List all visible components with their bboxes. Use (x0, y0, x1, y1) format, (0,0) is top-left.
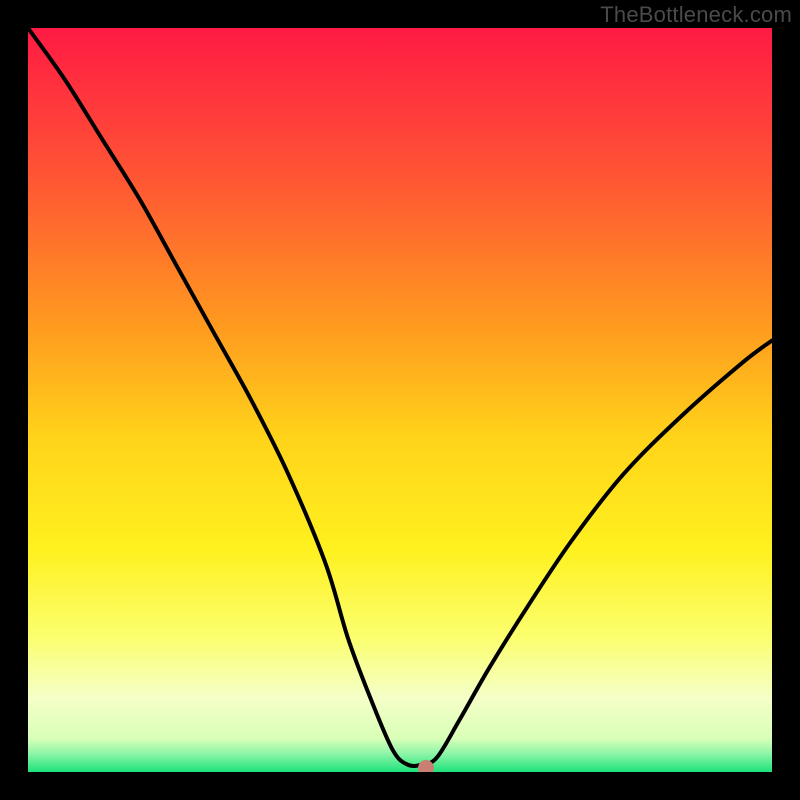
plot-svg (28, 28, 772, 772)
chart-frame: TheBottleneck.com (0, 0, 800, 800)
gradient-background (28, 28, 772, 772)
plot-area (28, 28, 772, 772)
watermark-label: TheBottleneck.com (600, 2, 792, 28)
optimal-point-marker (418, 760, 434, 772)
